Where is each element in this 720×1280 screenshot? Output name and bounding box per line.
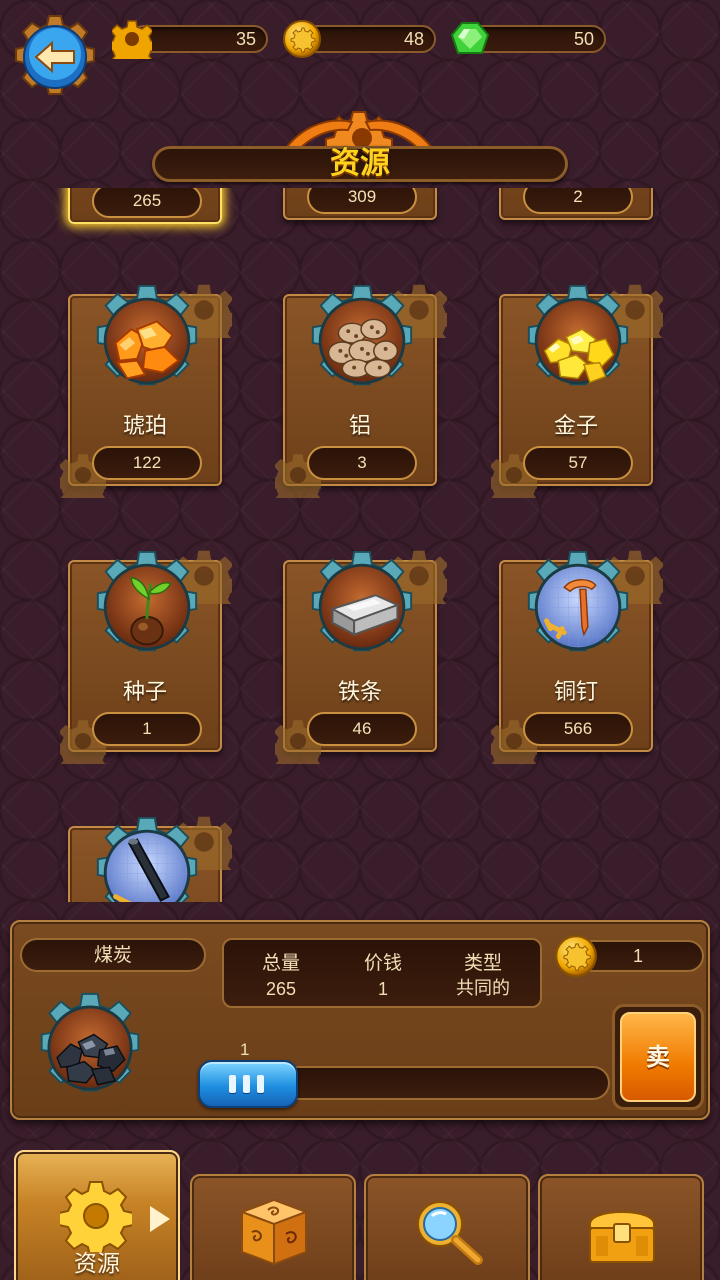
resource-card-iron-bar[interactable]: 铁条 46 <box>283 560 437 752</box>
resource-count: 3 <box>307 446 417 480</box>
title-banner: 资源 <box>152 108 568 188</box>
back-arrow-icon <box>15 15 95 95</box>
resource-count: 57 <box>523 446 633 480</box>
treasure-chest-icon <box>589 1211 655 1263</box>
resource-count: 309 <box>307 188 417 214</box>
resource-card[interactable]: 309 <box>283 188 437 220</box>
coin-currency: 48 <box>282 20 436 58</box>
price-label: 价钱 <box>363 952 402 974</box>
resource-name: 金子 <box>553 414 598 439</box>
coal-icon <box>40 992 140 1092</box>
total-label: 总量 <box>261 952 300 974</box>
tab-dice[interactable] <box>190 1174 356 1280</box>
type-column: 类型 共同的 <box>430 950 536 1002</box>
sell-button-label: 卖 <box>620 1012 696 1102</box>
type-value: 共同的 <box>456 978 510 999</box>
gear-count: 35 <box>235 29 256 49</box>
gear-currency: 35 <box>106 20 268 72</box>
total-column: 总量 265 <box>228 950 334 1002</box>
resource-grid[interactable]: 265 309 2 琥珀 122 铝 3 金子 57 种子 1 铁条 46 铜钉… <box>0 188 720 902</box>
gold-nuggets-icon <box>519 282 637 400</box>
iron-bar-icon <box>303 548 421 666</box>
resource-card-gold[interactable]: 金子 57 <box>499 294 653 486</box>
resource-count: 265 <box>92 188 202 218</box>
type-label: 类型 <box>463 952 502 974</box>
resource-card-seed[interactable]: 种子 1 <box>68 560 222 752</box>
gear-icon <box>60 1181 132 1252</box>
resource-name: 琥珀 <box>122 414 167 439</box>
dice-icon <box>239 1198 309 1266</box>
page-title: 资源 <box>330 146 390 181</box>
coin-icon <box>555 935 597 977</box>
resource-card-amber[interactable]: 琥珀 122 <box>68 294 222 486</box>
resource-card-coal[interactable]: 265 <box>68 188 222 224</box>
resource-count: 1 <box>92 712 202 746</box>
amber-icon <box>88 282 206 400</box>
slider-handle[interactable] <box>198 1060 298 1108</box>
coin-icon <box>282 19 322 59</box>
tab-resources[interactable]: 资源 <box>14 1150 180 1280</box>
gem-currency: 50 <box>450 22 606 55</box>
resource-info-box: 总量 265 价钱 1 类型 共同的 <box>222 938 542 1008</box>
resource-count: 2 <box>523 188 633 214</box>
pipe-blueprint-icon <box>88 814 206 902</box>
resource-name: 铜钉 <box>553 680 598 705</box>
magnifier-icon <box>417 1201 483 1265</box>
resource-count: 122 <box>92 446 202 480</box>
resource-name: 铝 <box>348 414 371 439</box>
resource-name: 种子 <box>122 680 167 705</box>
total-value: 265 <box>265 979 297 999</box>
back-button[interactable] <box>12 14 98 100</box>
tab-search[interactable] <box>364 1174 530 1280</box>
price-value: 1 <box>377 979 388 999</box>
price-column: 价钱 1 <box>330 950 436 1002</box>
seed-sprout-icon <box>88 548 206 666</box>
resource-count: 566 <box>523 712 633 746</box>
resource-card-copper-nail[interactable]: 铜钉 566 <box>499 560 653 752</box>
gem-count: 50 <box>573 29 594 49</box>
sell-quantity-label: 1 <box>240 1040 250 1059</box>
gear-icon <box>106 19 158 72</box>
sell-button[interactable]: 卖 <box>612 1004 704 1110</box>
tab-label: 资源 <box>74 1251 120 1277</box>
aluminum-ore-icon <box>303 282 421 400</box>
copper-nail-icon <box>519 548 637 666</box>
green-gem-icon <box>450 19 490 59</box>
resource-name: 铁条 <box>337 680 382 705</box>
resource-card-pipe[interactable] <box>68 826 222 902</box>
coin-count: 48 <box>403 29 424 49</box>
selected-resource-name: 煤炭 <box>20 938 206 972</box>
play-arrow-icon <box>150 1206 170 1232</box>
tab-chest[interactable] <box>538 1174 704 1280</box>
resource-count: 46 <box>307 712 417 746</box>
resource-card-aluminum[interactable]: 铝 3 <box>283 294 437 486</box>
resource-card[interactable]: 2 <box>499 188 653 220</box>
resource-detail-panel: 煤炭 总量 265 价钱 1 类型 共同的 1 1 卖 <box>10 920 710 1120</box>
